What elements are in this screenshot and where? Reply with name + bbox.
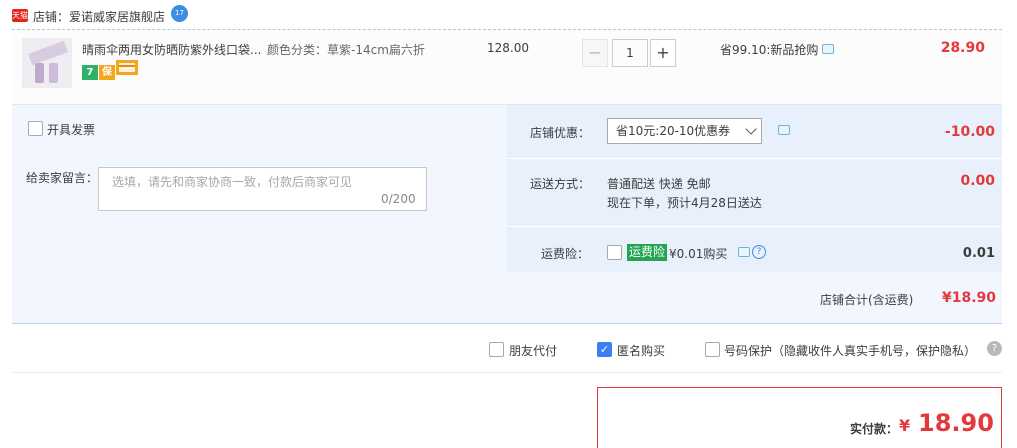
shipping-eta: 现在下单，预计4月28日送达 [607, 196, 762, 210]
unit-price: 128.00 [487, 41, 529, 55]
umbrella-canopy-shape [28, 40, 68, 66]
product-thumbnail[interactable] [22, 38, 72, 88]
phone-protect-label[interactable]: 号码保护（隐藏收件人真实手机号，保护隐私） [724, 342, 976, 359]
insurance-badge: 运费险 [627, 244, 668, 261]
item-total-price: 28.90 [940, 40, 985, 56]
shop-subtotal-amount: ¥18.90 [941, 290, 996, 306]
shipping-fee: 0.00 [960, 173, 995, 189]
message-label: 给卖家留言： [26, 171, 99, 185]
tmall-badge-icon: 天猫 [12, 9, 28, 22]
seven-day-return-icon[interactable]: 7 [82, 65, 98, 80]
pricing-divider [507, 226, 1002, 227]
insurance-checkbox[interactable] [607, 245, 622, 260]
promotion-text: 省99.10:新品抢购 [720, 43, 819, 57]
message-char-counter: 0/200 [381, 192, 416, 206]
coupon-select[interactable]: 省10元:20-10优惠券 [607, 118, 762, 144]
quantity-increase-button[interactable]: + [650, 39, 676, 67]
options-help-icon[interactable]: ? [987, 341, 1002, 356]
coupon-label: 店铺优惠： [530, 126, 591, 140]
insurance-help-icon[interactable]: ? [752, 245, 766, 259]
payment-currency: ¥ [899, 416, 911, 435]
product-sku: 颜色分类：草紫-14cm扁六折 [267, 43, 425, 57]
invoice-label[interactable]: 开具发票 [47, 121, 95, 138]
insurance-label: 运费险： [541, 247, 590, 261]
umbrella-case-shape [35, 63, 44, 83]
payment-label: 实付款： [850, 422, 899, 436]
shop-subtotal-label: 店铺合计(含运费) [820, 293, 914, 307]
product-title-link[interactable]: 晴雨伞两用女防晒防紫外线口袋... [82, 41, 264, 58]
anonymous-purchase-checkbox[interactable]: ✓ [597, 342, 612, 357]
chevron-down-icon [745, 123, 757, 135]
shop-name-link[interactable]: 店铺：爱诺威家居旗舰店 [33, 8, 165, 25]
credit-card-icon[interactable] [116, 60, 138, 75]
payment-amount: 18.90 [918, 409, 994, 437]
options-divider [12, 372, 1002, 373]
quantity-decrease-button[interactable]: − [582, 39, 608, 67]
item-promotion: 省99.10:新品抢购 [720, 41, 835, 58]
friend-pay-label[interactable]: 朋友代付 [509, 342, 557, 359]
insurance-price: ¥0.01购买 [669, 247, 728, 261]
quantity-input[interactable]: 1 [612, 39, 648, 67]
wangwang-chat-icon[interactable]: 17 [171, 5, 188, 22]
insurance-chat-icon[interactable] [738, 247, 750, 257]
insurance-amount: 0.01 [962, 246, 995, 261]
shipping-method: 普通配送 快递 免邮 [607, 177, 711, 191]
friend-pay-checkbox[interactable] [489, 342, 504, 357]
phone-protect-checkbox[interactable] [705, 342, 720, 357]
guarantee-icon[interactable]: 保 [99, 65, 115, 80]
order-item-row: 晴雨伞两用女防晒防紫外线口袋... 7保 颜色分类：草紫-14cm扁六折 128… [12, 30, 1002, 104]
seller-message-placeholder: 选填，请先和商家协商一致，付款后商家可见 [112, 175, 353, 189]
coupon-discount-amount: -10.00 [944, 124, 995, 140]
invoice-checkbox[interactable] [28, 121, 43, 136]
anonymous-purchase-label[interactable]: 匿名购买 [617, 342, 665, 359]
promotion-chat-icon[interactable] [822, 44, 835, 54]
shipping-label: 运送方式： [530, 177, 591, 191]
umbrella-case-shape [49, 63, 58, 83]
pricing-divider [507, 158, 1002, 159]
service-icons: 7保 [82, 60, 139, 80]
coupon-selected-value: 省10元:20-10优惠券 [616, 124, 731, 138]
coupon-chat-icon[interactable] [778, 125, 790, 135]
